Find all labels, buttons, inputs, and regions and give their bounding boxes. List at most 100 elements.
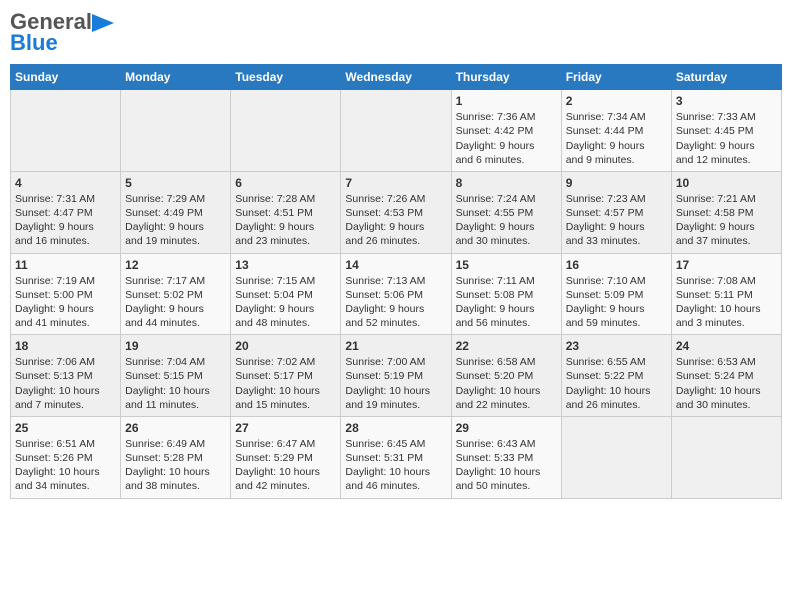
calendar-cell [341, 90, 451, 172]
day-info: Sunrise: 7:33 AM Sunset: 4:45 PM Dayligh… [676, 110, 777, 167]
day-number: 2 [566, 94, 667, 108]
day-info: Sunrise: 6:47 AM Sunset: 5:29 PM Dayligh… [235, 437, 336, 494]
calendar-cell: 18 Sunrise: 7:06 AM Sunset: 5:13 PM Dayli… [11, 335, 121, 417]
weekday-header-tuesday: Tuesday [231, 65, 341, 90]
calendar-cell [11, 90, 121, 172]
calendar-cell [121, 90, 231, 172]
day-info: Sunrise: 7:21 AM Sunset: 4:58 PM Dayligh… [676, 192, 777, 249]
calendar-cell: 12 Sunrise: 7:17 AM Sunset: 5:02 PM Dayli… [121, 253, 231, 335]
weekday-header-wednesday: Wednesday [341, 65, 451, 90]
day-info: Sunrise: 6:51 AM Sunset: 5:26 PM Dayligh… [15, 437, 116, 494]
calendar-cell: 6 Sunrise: 7:28 AM Sunset: 4:51 PM Daylig… [231, 171, 341, 253]
calendar-week-row: 4 Sunrise: 7:31 AM Sunset: 4:47 PM Daylig… [11, 171, 782, 253]
day-number: 15 [456, 258, 557, 272]
calendar-cell: 28Sunrise: 6:45 AM Sunset: 5:31 PM Dayli… [341, 416, 451, 498]
day-number: 5 [125, 176, 226, 190]
calendar-cell: 22 Sunrise: 6:58 AM Sunset: 5:20 PM Dayli… [451, 335, 561, 417]
calendar-cell: 26 Sunrise: 6:49 AM Sunset: 5:28 PM Dayli… [121, 416, 231, 498]
weekday-header-friday: Friday [561, 65, 671, 90]
day-number: 4 [15, 176, 116, 190]
day-info: Sunrise: 7:36 AM Sunset: 4:42 PM Dayligh… [456, 110, 557, 167]
calendar-cell: 25Sunrise: 6:51 AM Sunset: 5:26 PM Dayli… [11, 416, 121, 498]
day-info: Sunrise: 7:04 AM Sunset: 5:15 PM Dayligh… [125, 355, 226, 412]
day-number: 16 [566, 258, 667, 272]
calendar-table: SundayMondayTuesdayWednesdayThursdayFrid… [10, 64, 782, 498]
day-number: 1 [456, 94, 557, 108]
calendar-cell: 29 Sunrise: 6:43 AM Sunset: 5:33 PM Dayli… [451, 416, 561, 498]
calendar-cell: 7Sunrise: 7:26 AM Sunset: 4:53 PM Daylig… [341, 171, 451, 253]
calendar-cell: 2 Sunrise: 7:34 AM Sunset: 4:44 PM Daylig… [561, 90, 671, 172]
day-info: Sunrise: 6:45 AM Sunset: 5:31 PM Dayligh… [345, 437, 446, 494]
day-info: Sunrise: 7:06 AM Sunset: 5:13 PM Dayligh… [15, 355, 116, 412]
calendar-cell: 14 Sunrise: 7:13 AM Sunset: 5:06 PM Dayli… [341, 253, 451, 335]
day-info: Sunrise: 6:43 AM Sunset: 5:33 PM Dayligh… [456, 437, 557, 494]
day-number: 18 [15, 339, 116, 353]
day-info: Sunrise: 7:19 AM Sunset: 5:00 PM Dayligh… [15, 274, 116, 331]
calendar-cell: 9 Sunrise: 7:23 AM Sunset: 4:57 PM Daylig… [561, 171, 671, 253]
logo-blue: Blue [10, 30, 114, 56]
day-info: Sunrise: 7:29 AM Sunset: 4:49 PM Dayligh… [125, 192, 226, 249]
day-number: 22 [456, 339, 557, 353]
day-number: 29 [456, 421, 557, 435]
calendar-cell: 10 Sunrise: 7:21 AM Sunset: 4:58 PM Dayli… [671, 171, 781, 253]
calendar-cell: 21Sunrise: 7:00 AM Sunset: 5:19 PM Dayli… [341, 335, 451, 417]
calendar-cell: 13 Sunrise: 7:15 AM Sunset: 5:04 PM Dayli… [231, 253, 341, 335]
day-number: 12 [125, 258, 226, 272]
calendar-cell [231, 90, 341, 172]
calendar-cell: 5 Sunrise: 7:29 AM Sunset: 4:49 PM Daylig… [121, 171, 231, 253]
day-info: Sunrise: 7:31 AM Sunset: 4:47 PM Dayligh… [15, 192, 116, 249]
day-info: Sunrise: 7:24 AM Sunset: 4:55 PM Dayligh… [456, 192, 557, 249]
day-info: Sunrise: 7:26 AM Sunset: 4:53 PM Dayligh… [345, 192, 446, 249]
day-number: 8 [456, 176, 557, 190]
calendar-cell: 4 Sunrise: 7:31 AM Sunset: 4:47 PM Daylig… [11, 171, 121, 253]
day-info: Sunrise: 7:13 AM Sunset: 5:06 PM Dayligh… [345, 274, 446, 331]
weekday-header-monday: Monday [121, 65, 231, 90]
day-info: Sunrise: 7:00 AM Sunset: 5:19 PM Dayligh… [345, 355, 446, 412]
day-info: Sunrise: 7:23 AM Sunset: 4:57 PM Dayligh… [566, 192, 667, 249]
day-info: Sunrise: 6:55 AM Sunset: 5:22 PM Dayligh… [566, 355, 667, 412]
day-info: Sunrise: 6:49 AM Sunset: 5:28 PM Dayligh… [125, 437, 226, 494]
weekday-header-saturday: Saturday [671, 65, 781, 90]
calendar-week-row: 1 Sunrise: 7:36 AM Sunset: 4:42 PM Daylig… [11, 90, 782, 172]
calendar-cell: 17Sunrise: 7:08 AM Sunset: 5:11 PM Dayli… [671, 253, 781, 335]
calendar-cell: 15 Sunrise: 7:11 AM Sunset: 5:08 PM Dayli… [451, 253, 561, 335]
day-number: 27 [235, 421, 336, 435]
day-number: 23 [566, 339, 667, 353]
calendar-cell: 20 Sunrise: 7:02 AM Sunset: 5:17 PM Dayli… [231, 335, 341, 417]
logo: General Blue [10, 10, 114, 56]
day-info: Sunrise: 7:10 AM Sunset: 5:09 PM Dayligh… [566, 274, 667, 331]
day-info: Sunrise: 6:58 AM Sunset: 5:20 PM Dayligh… [456, 355, 557, 412]
day-info: Sunrise: 7:02 AM Sunset: 5:17 PM Dayligh… [235, 355, 336, 412]
day-number: 13 [235, 258, 336, 272]
weekday-header-sunday: Sunday [11, 65, 121, 90]
calendar-cell: 11Sunrise: 7:19 AM Sunset: 5:00 PM Dayli… [11, 253, 121, 335]
day-number: 26 [125, 421, 226, 435]
weekday-header-thursday: Thursday [451, 65, 561, 90]
calendar-cell: 23 Sunrise: 6:55 AM Sunset: 5:22 PM Dayli… [561, 335, 671, 417]
calendar-cell: 3 Sunrise: 7:33 AM Sunset: 4:45 PM Daylig… [671, 90, 781, 172]
calendar-week-row: 25Sunrise: 6:51 AM Sunset: 5:26 PM Dayli… [11, 416, 782, 498]
day-number: 9 [566, 176, 667, 190]
calendar-header-row: SundayMondayTuesdayWednesdayThursdayFrid… [11, 65, 782, 90]
page-header: General Blue [10, 10, 782, 56]
day-number: 6 [235, 176, 336, 190]
calendar-cell: 27 Sunrise: 6:47 AM Sunset: 5:29 PM Dayli… [231, 416, 341, 498]
calendar-cell: 19Sunrise: 7:04 AM Sunset: 5:15 PM Dayli… [121, 335, 231, 417]
day-number: 3 [676, 94, 777, 108]
calendar-cell: 8 Sunrise: 7:24 AM Sunset: 4:55 PM Daylig… [451, 171, 561, 253]
calendar-week-row: 18 Sunrise: 7:06 AM Sunset: 5:13 PM Dayli… [11, 335, 782, 417]
day-info: Sunrise: 7:17 AM Sunset: 5:02 PM Dayligh… [125, 274, 226, 331]
day-number: 24 [676, 339, 777, 353]
day-number: 17 [676, 258, 777, 272]
day-info: Sunrise: 7:15 AM Sunset: 5:04 PM Dayligh… [235, 274, 336, 331]
day-info: Sunrise: 7:28 AM Sunset: 4:51 PM Dayligh… [235, 192, 336, 249]
day-info: Sunrise: 7:34 AM Sunset: 4:44 PM Dayligh… [566, 110, 667, 167]
day-number: 10 [676, 176, 777, 190]
calendar-cell: 24Sunrise: 6:53 AM Sunset: 5:24 PM Dayli… [671, 335, 781, 417]
day-info: Sunrise: 7:11 AM Sunset: 5:08 PM Dayligh… [456, 274, 557, 331]
calendar-week-row: 11Sunrise: 7:19 AM Sunset: 5:00 PM Dayli… [11, 253, 782, 335]
calendar-cell: 1 Sunrise: 7:36 AM Sunset: 4:42 PM Daylig… [451, 90, 561, 172]
day-number: 20 [235, 339, 336, 353]
calendar-cell: 16 Sunrise: 7:10 AM Sunset: 5:09 PM Dayli… [561, 253, 671, 335]
day-number: 14 [345, 258, 446, 272]
